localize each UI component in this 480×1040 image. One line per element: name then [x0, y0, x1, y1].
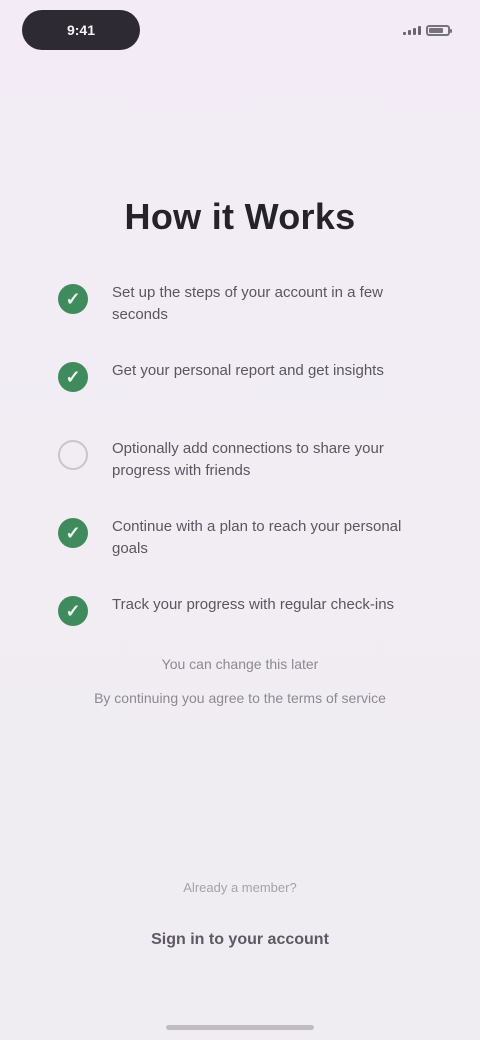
bottom-links: Already a member? Sign in to your accoun… — [0, 880, 480, 949]
steps-list: ✓ Set up the steps of your account in a … — [58, 274, 418, 664]
list-item: ✓ Continue with a plan to reach your per… — [58, 508, 418, 586]
empty-circle-icon — [58, 440, 88, 470]
footer-note-line-2: By continuing you agree to the terms of … — [94, 690, 386, 706]
footer-note-line-1: You can change this later — [161, 656, 319, 672]
member-prompt: Already a member? — [183, 880, 297, 895]
check-icon: ✓ — [58, 518, 88, 548]
home-indicator[interactable] — [166, 1025, 314, 1030]
page-title: How it Works — [124, 196, 356, 237]
check-icon: ✓ — [58, 284, 88, 314]
check-icon: ✓ — [58, 362, 88, 392]
main-content: How it Works ✓ Set up the steps of your … — [0, 0, 480, 1040]
step-text: Continue with a plan to reach your perso… — [112, 518, 402, 557]
footer-note: You can change this later By continuing … — [0, 654, 480, 708]
list-item: Optionally add connections to share your… — [58, 430, 418, 508]
step-text: Track your progress with regular check-i… — [112, 596, 395, 613]
check-icon: ✓ — [58, 596, 88, 626]
step-text: Optionally add connections to share your… — [112, 440, 384, 479]
step-text: Set up the steps of your account in a fe… — [112, 284, 383, 323]
list-item: ✓ Track your progress with regular check… — [58, 586, 418, 664]
step-text: Get your personal report and get insight… — [112, 362, 384, 379]
list-item: ✓ Set up the steps of your account in a … — [58, 274, 418, 352]
sign-in-link[interactable]: Sign in to your account — [151, 931, 329, 949]
list-item: ✓ Get your personal report and get insig… — [58, 352, 418, 430]
